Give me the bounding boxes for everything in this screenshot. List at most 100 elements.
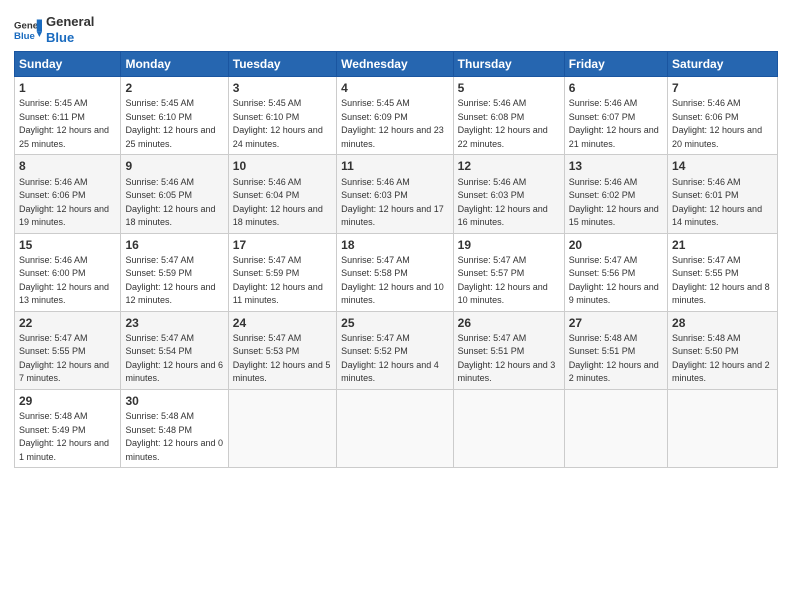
calendar-cell: 1 Sunrise: 5:45 AM Sunset: 6:11 PM Dayli… [15,77,121,155]
calendar-table: SundayMondayTuesdayWednesdayThursdayFrid… [14,51,778,468]
day-sunset: Sunset: 6:04 PM [233,190,300,200]
day-sunrise: Sunrise: 5:48 AM [19,411,88,421]
day-number: 27 [569,315,663,331]
day-sunrise: Sunrise: 5:47 AM [569,255,638,265]
day-sunset: Sunset: 6:07 PM [569,112,636,122]
day-sunrise: Sunrise: 5:47 AM [233,333,302,343]
day-sunset: Sunset: 6:03 PM [458,190,525,200]
day-sunrise: Sunrise: 5:45 AM [125,98,194,108]
calendar-cell: 16 Sunrise: 5:47 AM Sunset: 5:59 PM Dayl… [121,233,228,311]
day-sunset: Sunset: 5:50 PM [672,346,739,356]
calendar-cell: 9 Sunrise: 5:46 AM Sunset: 6:05 PM Dayli… [121,155,228,233]
day-number: 21 [672,237,773,253]
day-number: 18 [341,237,449,253]
day-sunrise: Sunrise: 5:48 AM [672,333,741,343]
calendar-cell: 5 Sunrise: 5:46 AM Sunset: 6:08 PM Dayli… [453,77,564,155]
calendar-cell: 11 Sunrise: 5:46 AM Sunset: 6:03 PM Dayl… [337,155,454,233]
day-sunrise: Sunrise: 5:47 AM [458,255,527,265]
day-sunrise: Sunrise: 5:46 AM [672,177,741,187]
day-sunset: Sunset: 5:51 PM [458,346,525,356]
day-sunset: Sunset: 6:02 PM [569,190,636,200]
calendar-cell [337,389,454,467]
day-daylight: Daylight: 12 hours and 20 minutes. [672,125,762,149]
day-number: 22 [19,315,116,331]
day-daylight: Daylight: 12 hours and 25 minutes. [19,125,109,149]
day-number: 4 [341,80,449,96]
day-sunset: Sunset: 6:10 PM [233,112,300,122]
day-sunrise: Sunrise: 5:45 AM [19,98,88,108]
calendar-cell: 8 Sunrise: 5:46 AM Sunset: 6:06 PM Dayli… [15,155,121,233]
day-daylight: Daylight: 12 hours and 13 minutes. [19,282,109,306]
day-sunset: Sunset: 6:10 PM [125,112,192,122]
day-daylight: Daylight: 12 hours and 2 minutes. [672,360,770,384]
day-sunrise: Sunrise: 5:47 AM [341,333,410,343]
day-sunset: Sunset: 6:11 PM [19,112,85,122]
calendar-cell: 20 Sunrise: 5:47 AM Sunset: 5:56 PM Dayl… [564,233,667,311]
weekday-header: Thursday [453,52,564,77]
calendar-week-row: 1 Sunrise: 5:45 AM Sunset: 6:11 PM Dayli… [15,77,778,155]
day-sunset: Sunset: 5:54 PM [125,346,192,356]
calendar-cell: 14 Sunrise: 5:46 AM Sunset: 6:01 PM Dayl… [668,155,778,233]
day-daylight: Daylight: 12 hours and 23 minutes. [341,125,444,149]
day-daylight: Daylight: 12 hours and 14 minutes. [672,204,762,228]
day-sunrise: Sunrise: 5:46 AM [569,177,638,187]
day-sunrise: Sunrise: 5:47 AM [672,255,741,265]
day-sunrise: Sunrise: 5:46 AM [458,98,527,108]
calendar-cell: 17 Sunrise: 5:47 AM Sunset: 5:59 PM Dayl… [228,233,336,311]
day-sunrise: Sunrise: 5:46 AM [233,177,302,187]
day-sunset: Sunset: 5:56 PM [569,268,636,278]
header: General Blue General Blue [14,10,778,45]
weekday-header: Sunday [15,52,121,77]
day-daylight: Daylight: 12 hours and 10 minutes. [341,282,444,306]
calendar-cell [453,389,564,467]
calendar-cell [668,389,778,467]
calendar-cell [564,389,667,467]
day-daylight: Daylight: 12 hours and 18 minutes. [233,204,323,228]
day-daylight: Daylight: 12 hours and 9 minutes. [569,282,659,306]
day-daylight: Daylight: 12 hours and 10 minutes. [458,282,548,306]
day-number: 25 [341,315,449,331]
calendar-week-row: 29 Sunrise: 5:48 AM Sunset: 5:49 PM Dayl… [15,389,778,467]
day-sunset: Sunset: 6:00 PM [19,268,86,278]
day-sunset: Sunset: 6:06 PM [672,112,739,122]
day-sunset: Sunset: 5:57 PM [458,268,525,278]
calendar-cell: 29 Sunrise: 5:48 AM Sunset: 5:49 PM Dayl… [15,389,121,467]
day-sunrise: Sunrise: 5:47 AM [233,255,302,265]
day-sunset: Sunset: 6:08 PM [458,112,525,122]
day-sunrise: Sunrise: 5:45 AM [233,98,302,108]
day-sunrise: Sunrise: 5:46 AM [672,98,741,108]
day-number: 6 [569,80,663,96]
day-sunrise: Sunrise: 5:48 AM [125,411,194,421]
calendar-cell: 25 Sunrise: 5:47 AM Sunset: 5:52 PM Dayl… [337,311,454,389]
day-sunrise: Sunrise: 5:46 AM [341,177,410,187]
day-number: 24 [233,315,332,331]
day-number: 10 [233,158,332,174]
calendar-cell: 3 Sunrise: 5:45 AM Sunset: 6:10 PM Dayli… [228,77,336,155]
page-container: General Blue General Blue SundayMondayTu… [0,0,792,478]
day-number: 8 [19,158,116,174]
day-sunset: Sunset: 5:51 PM [569,346,636,356]
day-number: 29 [19,393,116,409]
day-daylight: Daylight: 12 hours and 22 minutes. [458,125,548,149]
calendar-cell: 19 Sunrise: 5:47 AM Sunset: 5:57 PM Dayl… [453,233,564,311]
calendar-cell: 23 Sunrise: 5:47 AM Sunset: 5:54 PM Dayl… [121,311,228,389]
day-number: 2 [125,80,223,96]
calendar-cell: 12 Sunrise: 5:46 AM Sunset: 6:03 PM Dayl… [453,155,564,233]
svg-text:Blue: Blue [14,30,35,41]
day-number: 26 [458,315,560,331]
day-daylight: Daylight: 12 hours and 16 minutes. [458,204,548,228]
day-number: 7 [672,80,773,96]
weekday-header: Monday [121,52,228,77]
calendar-cell [228,389,336,467]
day-sunset: Sunset: 5:49 PM [19,425,86,435]
day-daylight: Daylight: 12 hours and 4 minutes. [341,360,439,384]
calendar-cell: 10 Sunrise: 5:46 AM Sunset: 6:04 PM Dayl… [228,155,336,233]
calendar-cell: 27 Sunrise: 5:48 AM Sunset: 5:51 PM Dayl… [564,311,667,389]
weekday-header: Wednesday [337,52,454,77]
weekday-header-row: SundayMondayTuesdayWednesdayThursdayFrid… [15,52,778,77]
day-sunrise: Sunrise: 5:46 AM [458,177,527,187]
day-daylight: Daylight: 12 hours and 18 minutes. [125,204,215,228]
calendar-cell: 24 Sunrise: 5:47 AM Sunset: 5:53 PM Dayl… [228,311,336,389]
day-number: 9 [125,158,223,174]
day-daylight: Daylight: 12 hours and 11 minutes. [233,282,323,306]
